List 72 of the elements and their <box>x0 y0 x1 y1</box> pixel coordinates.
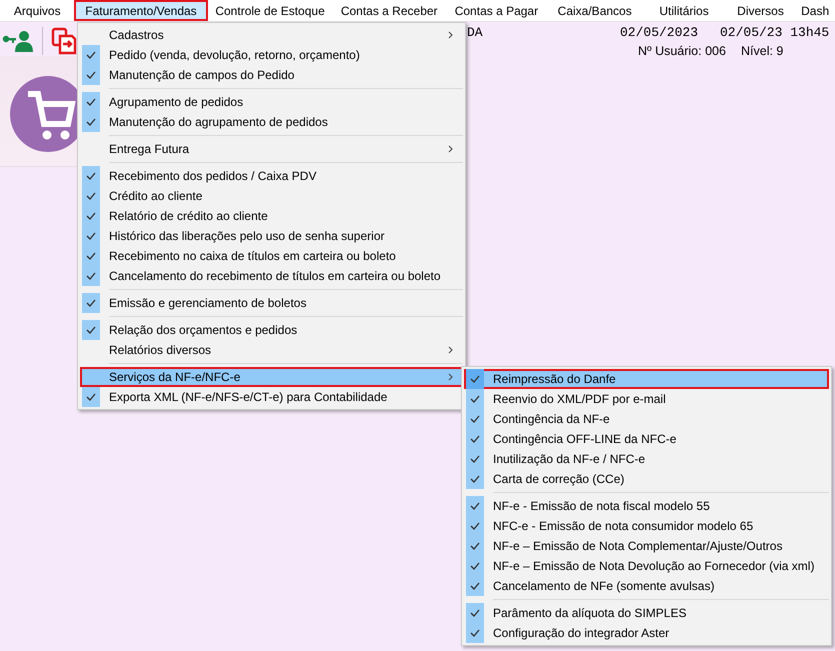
checkmark-icon <box>86 393 96 401</box>
checkmark-icon <box>86 326 96 334</box>
datetime-text: 02/05/23 13h45 <box>720 25 830 40</box>
user-number: Nº Usuário: 006 <box>638 44 726 58</box>
checkmark-icon <box>470 415 480 423</box>
menu-item[interactable]: Agrupamento de pedidos <box>80 92 463 112</box>
menu-item[interactable]: Cancelamento do recebimento de títulos em carteira ou boleto <box>80 266 463 286</box>
checkmark-icon <box>470 502 480 510</box>
checkmark-icon <box>470 375 480 383</box>
checkmark-icon <box>86 71 96 79</box>
menu-item[interactable]: Manutenção do agrupamento de pedidos <box>80 112 463 132</box>
menu-item[interactable]: Contingência OFF-LINE da NFC-e <box>464 429 829 449</box>
checkmark-icon <box>470 562 480 570</box>
checkmark-icon <box>470 455 480 463</box>
checkmark-icon <box>86 51 96 59</box>
user-level: Nível: 9 <box>741 44 784 58</box>
menu-item[interactable]: Carta de correção (CCe) <box>464 469 829 489</box>
menu-item[interactable]: NF-e - Emissão de nota fiscal modelo 55 <box>464 496 829 516</box>
menu-item[interactable]: Recebimento dos pedidos / Caixa PDV <box>80 166 463 186</box>
menu-item[interactable]: Cancelamento de NFe (somente avulsas) <box>464 576 829 596</box>
menu-item[interactable]: Entrega Futura <box>80 139 463 159</box>
menu-item[interactable]: NFC-e - Emissão de nota consumidor modelo 65 <box>464 516 829 536</box>
checkmark-icon <box>86 192 96 200</box>
checkmark-icon <box>86 98 96 106</box>
menu-item[interactable]: Exporta XML (NF-e/NFS-e/CT-e) para Contabilidade <box>80 387 463 407</box>
date-text: 02/05/2023 <box>620 25 698 40</box>
checkmark-icon <box>470 542 480 550</box>
menu-item[interactable]: Serviços da NF-e/NFC-e <box>80 367 463 387</box>
checkmark-icon <box>470 609 480 617</box>
menu-bar-item[interactable]: Arquivos <box>0 0 74 21</box>
menu-bar-item[interactable]: Diversos <box>726 0 796 21</box>
checkmark-icon <box>86 252 96 260</box>
menu-item[interactable]: Relação dos orçamentos e pedidos <box>80 320 463 340</box>
menu-bar-item[interactable]: Caixa/Bancos <box>547 0 642 21</box>
checkmark-icon <box>470 435 480 443</box>
menu-item[interactable]: Inutilização da NF-e / NFC-e <box>464 449 829 469</box>
menu-bar-item[interactable]: Utilitários <box>642 0 726 21</box>
checkmark-icon <box>86 118 96 126</box>
menu-item[interactable]: Cadastros <box>80 25 463 45</box>
menu-item[interactable]: Configuração do integrador Aster <box>464 623 829 643</box>
menu-item[interactable]: NF-e – Emissão de Nota Complementar/Ajuste/Outros <box>464 536 829 556</box>
checkmark-icon <box>470 395 480 403</box>
menu-item[interactable]: Manutenção de campos do Pedido <box>80 65 463 85</box>
menu-item[interactable]: Recebimento no caixa de títulos em carteira ou boleto <box>80 246 463 266</box>
menu-item[interactable]: NF-e – Emissão de Nota Devolução ao Fornecedor (via xml) <box>464 556 829 576</box>
checkmark-icon <box>86 272 96 280</box>
menu-item[interactable]: Relatório de crédito ao cliente <box>80 206 463 226</box>
menu-bar-item[interactable]: Faturamento/Vendas <box>74 0 208 21</box>
menu-item[interactable]: Parâmento da alíquota do SIMPLES <box>464 603 829 623</box>
menu-item[interactable]: Reimpressão do Danfe <box>464 369 829 389</box>
checkmark-icon <box>470 475 480 483</box>
menu-item[interactable]: Contingência da NF-e <box>464 409 829 429</box>
checkmark-icon <box>470 522 480 530</box>
menu-item[interactable]: Crédito ao cliente <box>80 186 463 206</box>
menu-bar-item[interactable]: Contas a Receber <box>332 0 446 21</box>
company-name: DA <box>467 25 483 40</box>
checkmark-icon <box>86 172 96 180</box>
menu-bar-item[interactable]: Dash <box>795 0 835 21</box>
menu-bar-item[interactable]: Contas a Pagar <box>446 0 548 21</box>
menu-bar-item[interactable]: Controle de Estoque <box>208 0 333 21</box>
checkmark-icon <box>86 212 96 220</box>
checkmark-icon <box>470 582 480 590</box>
menu-item[interactable]: Emissão e gerenciamento de boletos <box>80 293 463 313</box>
copy-icon[interactable] <box>51 27 77 55</box>
menu-item[interactable]: Reenvio do XML/PDF por e-mail <box>464 389 829 409</box>
menu-item[interactable]: Pedido (venda, devolução, retorno, orçamento) <box>80 45 463 65</box>
checkmark-icon <box>470 629 480 637</box>
menu-item[interactable]: Relatórios diversos <box>80 340 463 360</box>
user-key-icon[interactable] <box>2 29 34 53</box>
checkmark-icon <box>86 232 96 240</box>
menu-item[interactable]: Histórico das liberações pelo uso de senha superior <box>80 226 463 246</box>
checkmark-icon <box>86 299 96 307</box>
